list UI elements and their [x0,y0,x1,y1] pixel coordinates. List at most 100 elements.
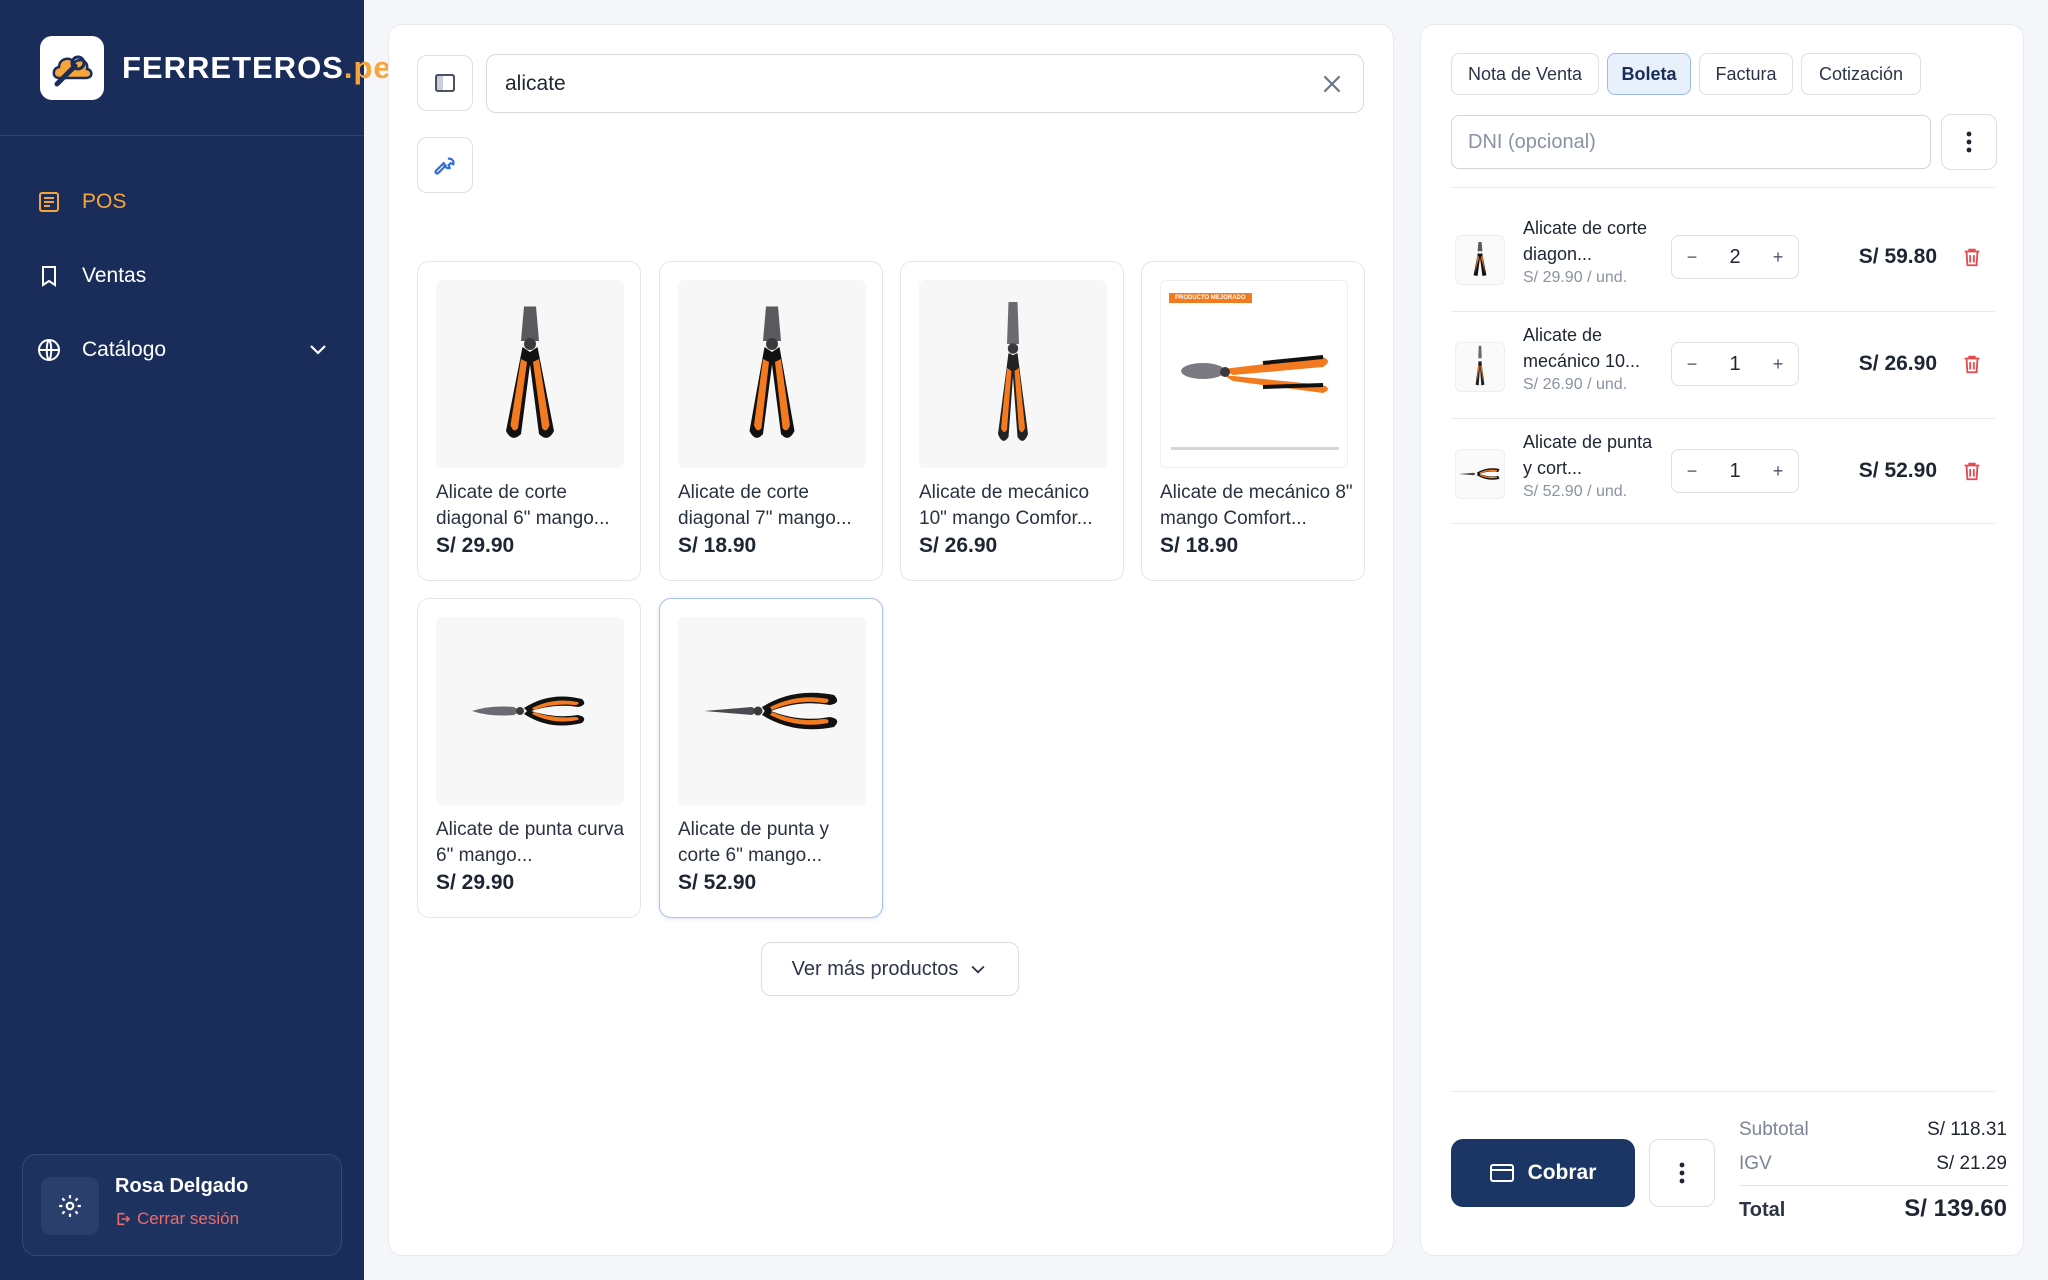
divider [1451,187,1995,188]
sidebar-item-pos[interactable]: POS [36,182,126,222]
sidebar-item-label: Ventas [82,264,147,287]
product-badge: PRODUCTO MEJORADO [1169,293,1252,303]
kebab-menu-icon [1679,1162,1685,1184]
globe-icon [36,337,62,363]
cart-item: Alicate de mecánico 10... S/ 26.90 / und… [1451,312,1995,418]
close-icon[interactable] [1319,71,1345,97]
bookmark-icon [36,263,62,289]
increment-button[interactable]: + [1758,354,1798,375]
wrench-cloud-icon [40,36,104,100]
cart-item-name: Alicate de punta y cort... [1523,432,1653,478]
product-price: S/ 26.90 [919,534,998,557]
brand[interactable]: FERRETEROS.pe [40,36,392,100]
cart-item-name: Alicate de corte diagon... [1523,218,1648,264]
product-name: Alicate de mecánico 10" mango Comfor... [919,482,1093,529]
search-box [486,54,1364,113]
cart-panel: Nota de Venta Boleta Factura Cotización … [1420,24,2024,1256]
cart-item-total: S/ 26.90 [1858,352,1937,375]
quantity-stepper: − 1 + [1671,449,1799,493]
trash-icon[interactable] [1961,245,1983,269]
receipt-icon [36,189,62,215]
igv-value: S/ 21.29 [1936,1153,2007,1174]
cart-item: Alicate de punta y cort... S/ 52.90 / un… [1451,419,1995,525]
quantity-value[interactable]: 1 [1712,460,1758,483]
quantity-stepper: − 1 + [1671,342,1799,386]
product-name: Alicate de corte diagonal 6" mango... [436,482,610,529]
quantity-value[interactable]: 2 [1712,246,1758,269]
decrement-button[interactable]: − [1672,247,1712,268]
tab-nota-de-venta[interactable]: Nota de Venta [1451,53,1599,95]
checkout-label: Cobrar [1527,1161,1597,1184]
product-card[interactable]: Alicate de corte diagonal 7" mango... S/… [659,261,883,581]
chevron-down-icon[interactable] [306,337,330,361]
kebab-menu-icon [1966,131,1972,153]
logout-icon [117,1212,131,1226]
panel-toggle-icon [435,74,455,92]
cart-item-unit-price: S/ 52.90 / und. [1523,483,1628,500]
gear-icon[interactable] [41,1177,99,1235]
total-value: S/ 139.60 [1904,1195,2007,1222]
tab-factura[interactable]: Factura [1699,53,1793,95]
tools-filter-button[interactable] [417,137,473,193]
product-image [436,617,624,805]
igv-label: IGV [1739,1153,1772,1174]
dni-input[interactable] [1468,116,1908,168]
cart-item-image [1455,235,1505,285]
product-card[interactable]: Alicate de corte diagonal 6" mango... S/… [417,261,641,581]
load-more-button[interactable]: Ver más productos [761,942,1019,996]
tab-boleta[interactable]: Boleta [1607,53,1691,95]
credit-card-icon [1489,1164,1514,1182]
more-options-button[interactable] [1941,114,1997,170]
product-price: S/ 29.90 [436,871,515,894]
search-input[interactable] [505,55,1285,112]
sidebar-toggle-button[interactable] [417,55,473,111]
tab-cotizacion[interactable]: Cotización [1801,53,1921,95]
divider [0,135,364,136]
load-more-label: Ver más productos [791,957,959,980]
subtotal-value: S/ 118.31 [1927,1119,2007,1140]
product-card[interactable]: Alicate de punta y corte 6" mango... S/ … [659,598,883,918]
trash-icon[interactable] [1961,459,1983,483]
brand-name: FERRETEROS.pe [122,50,392,85]
product-price: S/ 18.90 [1160,534,1239,557]
total-label: Total [1739,1199,1786,1221]
product-card[interactable]: PRODUCTO MEJORADO Alicate de mecánico 8"… [1141,261,1365,581]
product-name: Alicate de punta curva 6" mango... [436,819,625,866]
cart-item-name: Alicate de mecánico 10... [1523,325,1641,371]
product-panel: Alicate de corte diagonal 6" mango... S/… [388,24,1394,1256]
product-card[interactable]: Alicate de punta curva 6" mango... S/ 29… [417,598,641,918]
sidebar: FERRETEROS.pe POS Ventas Catálogo Rosa D… [0,0,391,1280]
divider [1451,1091,1995,1092]
checkout-button[interactable]: Cobrar [1451,1139,1635,1207]
increment-button[interactable]: + [1758,247,1798,268]
product-price: S/ 29.90 [436,534,515,557]
logout-label: Cerrar sesión [137,1209,240,1228]
decrement-button[interactable]: − [1672,354,1712,375]
subtotal-label: Subtotal [1739,1119,1809,1140]
trash-icon[interactable] [1961,352,1983,376]
wrench-icon [434,157,455,175]
divider [1739,1185,2009,1186]
product-name: Alicate de corte diagonal 7" mango... [678,482,852,529]
decorative-fineprint [1171,447,1339,450]
product-name: Alicate de punta y corte 6" mango... [678,819,830,866]
cart-item-total: S/ 52.90 [1858,459,1937,482]
cart-item-image [1455,342,1505,392]
decrement-button[interactable]: − [1672,461,1712,482]
cart-item-image [1455,449,1505,499]
product-image [678,280,866,468]
divider [1451,523,1995,524]
product-price: S/ 18.90 [678,534,757,557]
checkout-options-button[interactable] [1649,1139,1715,1207]
logout-link[interactable]: Cerrar sesión [115,1209,239,1229]
product-card[interactable]: Alicate de mecánico 10" mango Comfor... … [900,261,1124,581]
quantity-value[interactable]: 1 [1712,353,1758,376]
product-price: S/ 52.90 [678,871,757,894]
sidebar-item-ventas[interactable]: Ventas [36,256,146,296]
sidebar-item-label: Catálogo [82,338,167,361]
sidebar-item-catalogo[interactable]: Catálogo [36,330,166,370]
increment-button[interactable]: + [1758,461,1798,482]
sidebar-item-label: POS [82,190,127,213]
product-image [919,280,1107,468]
product-name: Alicate de mecánico 8" mango Comfort... [1160,482,1353,529]
